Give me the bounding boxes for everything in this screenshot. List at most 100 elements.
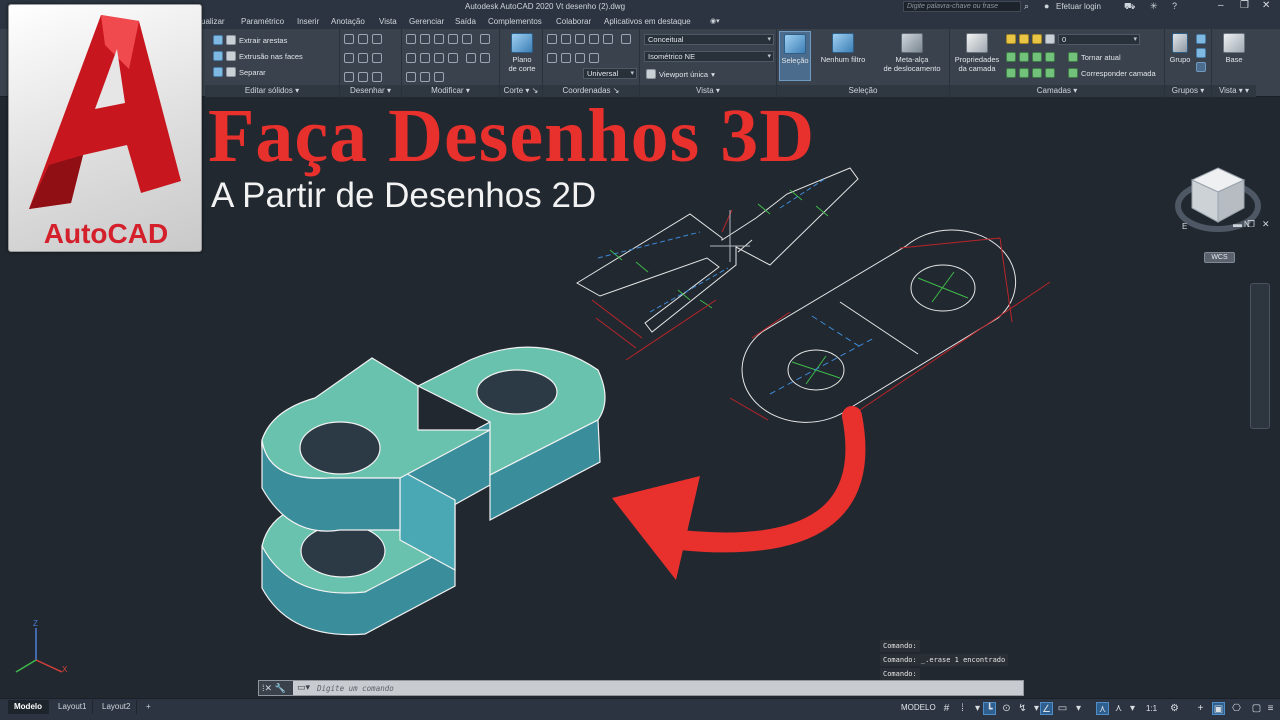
arc-icon[interactable] (372, 34, 382, 44)
search-input[interactable]: Digite palavra-chave ou frase (903, 1, 1021, 12)
polar-icon[interactable]: ↯ (1016, 702, 1029, 715)
layer-lock-icon[interactable] (1045, 52, 1055, 62)
tab-complementos[interactable]: Complementos (488, 17, 542, 26)
dynamic-input-icon[interactable]: ┗ (983, 702, 996, 715)
panel-title-vista-base[interactable]: Vista ▾ ▾ (1212, 85, 1256, 97)
separar-button[interactable]: Separar (213, 67, 266, 77)
ucs-face-icon[interactable] (561, 53, 571, 63)
lineweight-icon[interactable]: ▾ (1072, 702, 1085, 715)
cart-icon[interactable]: ⛟ (1124, 1, 1135, 13)
autodesk-a360-icon[interactable]: ✳ (1150, 1, 1158, 12)
explode-icon[interactable] (434, 72, 444, 82)
visual-style-select[interactable]: Conceitual (644, 34, 774, 45)
isolate-objects-icon[interactable]: ⎔ (1230, 702, 1243, 715)
annotation-visibility-icon[interactable]: ⋏ (1096, 702, 1109, 715)
ucs-object-icon[interactable] (547, 53, 557, 63)
osnap-icon[interactable]: ▭ (1056, 702, 1069, 715)
ucs-origin-icon[interactable] (561, 34, 571, 44)
modify-tools-grid[interactable] (404, 32, 500, 89)
tab-layout2[interactable]: Layout2 (96, 700, 138, 714)
erase-icon[interactable] (406, 72, 416, 82)
layer-isolate-icon[interactable] (1019, 52, 1029, 62)
ortho-icon[interactable]: ⊙ (1000, 702, 1013, 715)
viewport-close-icon[interactable]: ✕ (1262, 219, 1270, 230)
fillet-icon[interactable] (420, 53, 430, 63)
polyline-icon[interactable] (344, 34, 354, 44)
layer-thaw-icon[interactable] (1032, 68, 1042, 78)
offset-icon[interactable] (448, 53, 458, 63)
move-icon[interactable] (406, 34, 416, 44)
layer-off-icon[interactable] (1006, 52, 1016, 62)
grupo-button[interactable]: Grupo (1167, 33, 1193, 64)
lightbulb-icon[interactable] (1006, 34, 1016, 44)
corresponder-camada-button[interactable]: Corresponder camada (1068, 68, 1156, 78)
tab-inserir[interactable]: Inserir (297, 17, 319, 26)
extrair-arestas-button[interactable]: Extrair arestas (213, 35, 287, 45)
navigation-bar[interactable] (1250, 283, 1270, 429)
array-icon[interactable] (420, 72, 430, 82)
selecao-button[interactable]: Seleção (779, 31, 811, 81)
tab-aplicativos[interactable]: Aplicativos em destaque (604, 17, 691, 26)
group-select-icon[interactable] (1196, 62, 1206, 72)
help-icon[interactable]: ? (1172, 1, 1177, 11)
propriedades-camada-button[interactable]: Propriedades da camada (952, 33, 1002, 73)
scale-icon[interactable] (480, 53, 491, 63)
restore-icon[interactable]: ❐ (1240, 0, 1249, 11)
ellipse-icon[interactable] (372, 72, 382, 82)
tab-vista[interactable]: Vista (379, 17, 397, 26)
view-select[interactable]: Isométrico NE (644, 51, 774, 62)
user-icon[interactable]: ● (1044, 1, 1049, 11)
ucs-view-icon[interactable] (621, 34, 632, 44)
scale-value[interactable]: 1:1 (1146, 704, 1157, 713)
layer-freeze-icon[interactable] (1032, 52, 1042, 62)
tab-visualizar[interactable]: ualizar (201, 17, 225, 26)
mirror-icon[interactable] (434, 53, 444, 63)
layer-unlock-icon[interactable] (1045, 68, 1055, 78)
add-layout-button[interactable]: + (140, 700, 157, 714)
ucs-z-icon[interactable] (603, 34, 613, 44)
panel-title-camadas[interactable]: Camadas ▾ (950, 85, 1164, 97)
grid-icon[interactable]: # (940, 702, 953, 715)
layer-unisolate-icon[interactable] (1019, 68, 1029, 78)
tab-layout1[interactable]: Layout1 (52, 700, 94, 714)
sun-icon[interactable] (1019, 34, 1029, 44)
color-swatch-icon[interactable] (1045, 34, 1055, 44)
tab-anotacao[interactable]: Anotação (331, 17, 365, 26)
tornar-atual-button[interactable]: Tornar atual (1068, 52, 1121, 62)
ucs-x-icon[interactable] (575, 34, 585, 44)
tab-modelo[interactable]: Modelo (8, 700, 49, 714)
tab-options-icon[interactable]: ◉▾ (710, 17, 720, 25)
helix-icon[interactable] (358, 34, 368, 44)
signin-link[interactable]: Efetuar login (1056, 2, 1101, 11)
3d-move-icon[interactable] (420, 34, 430, 44)
3d-rotate-icon[interactable] (406, 53, 416, 63)
extrusao-faces-button[interactable]: Extrusão nas faces (213, 51, 303, 61)
viewport-unica-button[interactable]: Viewport única ▾ (646, 69, 715, 79)
lock-icon[interactable] (1032, 34, 1042, 44)
close-icon[interactable]: ✕ (1262, 0, 1270, 11)
draw-tools-grid[interactable] (342, 32, 400, 89)
meta-alca-button[interactable]: Meta-alça de deslocamento (877, 33, 947, 73)
spline-icon[interactable] (344, 53, 354, 63)
panel-title-grupos[interactable]: Grupos ▾ (1165, 85, 1211, 97)
workspace-gear-icon[interactable]: ⚙ (1168, 702, 1181, 715)
align-icon[interactable] (448, 34, 458, 44)
ucs-3point-icon[interactable] (575, 53, 585, 63)
customize-icon[interactable]: ≡ (1264, 702, 1277, 715)
command-line-grip-icon[interactable]: ⁞✕ 🔧 (259, 681, 293, 695)
rotate-icon[interactable] (434, 34, 444, 44)
ucs-y-icon[interactable] (589, 34, 599, 44)
stretch-icon[interactable] (466, 53, 477, 63)
command-input[interactable] (315, 682, 1015, 694)
annotation-scale-icon[interactable]: ▾ (1126, 702, 1139, 715)
object-snap-tracking-icon[interactable]: ∠ (1040, 702, 1053, 715)
units-icon[interactable]: ▣ (1212, 702, 1225, 715)
binoculars-icon[interactable]: ⌕ (1024, 1, 1029, 12)
tab-gerenciar[interactable]: Gerenciar (409, 17, 444, 26)
ucs-select[interactable]: Universal (583, 68, 637, 79)
command-prompt-icon[interactable]: ▭▾ (297, 682, 310, 693)
tab-colaborar[interactable]: Colaborar (556, 17, 591, 26)
ungroup-icon[interactable] (1196, 34, 1206, 44)
viewport-minimize-icon[interactable]: ▬ (1233, 219, 1242, 229)
ucs-tools-grid[interactable] (545, 32, 639, 70)
